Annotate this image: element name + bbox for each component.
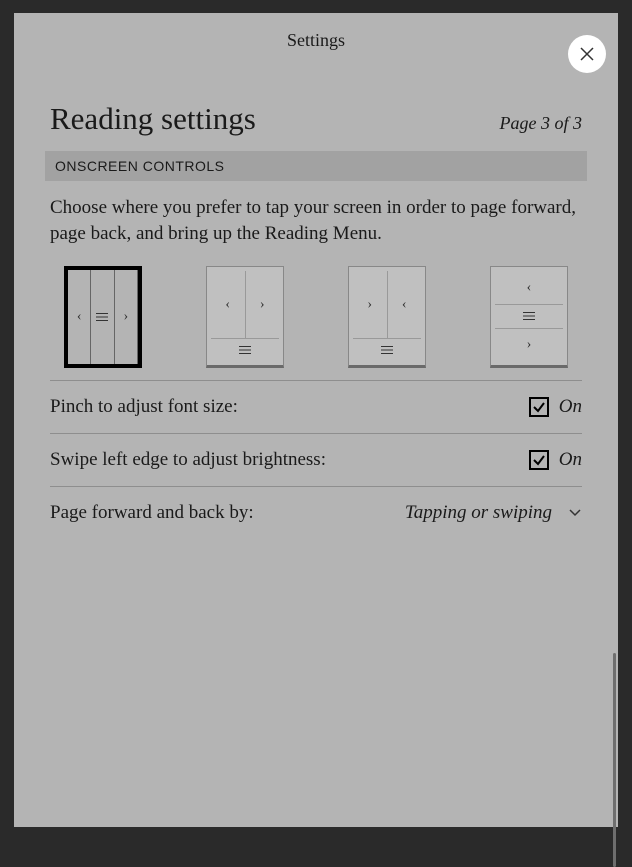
chevron-left-icon: ‹ xyxy=(527,281,532,295)
checkbox-swipe[interactable] xyxy=(529,450,549,470)
chevron-down-icon xyxy=(568,508,582,518)
layout-preview: ‹ › xyxy=(495,271,563,361)
chevron-left-icon: ‹ xyxy=(77,310,82,324)
section-title-row: Reading settings Page 3 of 3 xyxy=(50,101,582,137)
setting-label: Swipe left edge to adjust brightness: xyxy=(50,449,326,471)
section-title: Reading settings xyxy=(50,101,256,137)
setting-state: On xyxy=(559,396,582,418)
layout-preview: ‹ › xyxy=(68,270,138,364)
scrollbar-thumb[interactable] xyxy=(613,653,616,867)
check-icon xyxy=(532,400,546,414)
chevron-left-icon: ‹ xyxy=(225,298,230,312)
menu-icon xyxy=(381,346,393,354)
setting-label: Page forward and back by: xyxy=(50,502,254,524)
menu-icon xyxy=(523,312,535,320)
subheader-onscreen-controls: ONSCREEN CONTROLS xyxy=(45,151,587,181)
chevron-right-icon: › xyxy=(123,310,128,324)
setting-state: On xyxy=(559,449,582,471)
check-icon xyxy=(532,453,546,467)
chevron-right-icon: › xyxy=(260,298,265,312)
setting-pinch-font[interactable]: Pinch to adjust font size: On xyxy=(50,380,582,433)
checkbox-pinch[interactable] xyxy=(529,397,549,417)
setting-swipe-brightness[interactable]: Swipe left edge to adjust brightness: On xyxy=(50,433,582,486)
layout-preview: › ‹ xyxy=(353,271,421,361)
settings-rows: Pinch to adjust font size: On Swipe left… xyxy=(45,380,587,539)
chevron-left-icon: ‹ xyxy=(402,298,407,312)
menu-icon xyxy=(239,346,251,354)
setting-label: Pinch to adjust font size: xyxy=(50,396,238,418)
layout-options: ‹ › ‹ › › xyxy=(50,266,582,368)
close-icon xyxy=(579,46,595,62)
modal-title: Settings xyxy=(287,30,345,51)
modal-body: Reading settings Page 3 of 3 ONSCREEN CO… xyxy=(14,67,618,827)
layout-option-1[interactable]: ‹ › xyxy=(64,266,142,368)
setting-page-forward-back[interactable]: Page forward and back by: Tapping or swi… xyxy=(50,486,582,539)
settings-modal: Settings Reading settings Page 3 of 3 ON… xyxy=(14,13,618,827)
chevron-right-icon: › xyxy=(367,298,372,312)
onscreen-controls-description: Choose where you prefer to tap your scre… xyxy=(50,195,582,246)
page-indicator: Page 3 of 3 xyxy=(500,113,583,134)
layout-option-2[interactable]: ‹ › xyxy=(206,266,284,368)
layout-preview: ‹ › xyxy=(211,271,279,361)
layout-option-3[interactable]: › ‹ xyxy=(348,266,426,368)
modal-header: Settings xyxy=(14,13,618,67)
layout-option-4[interactable]: ‹ › xyxy=(490,266,568,368)
chevron-right-icon: › xyxy=(527,338,532,352)
menu-icon xyxy=(96,313,108,321)
dropdown-value: Tapping or swiping xyxy=(405,502,552,524)
